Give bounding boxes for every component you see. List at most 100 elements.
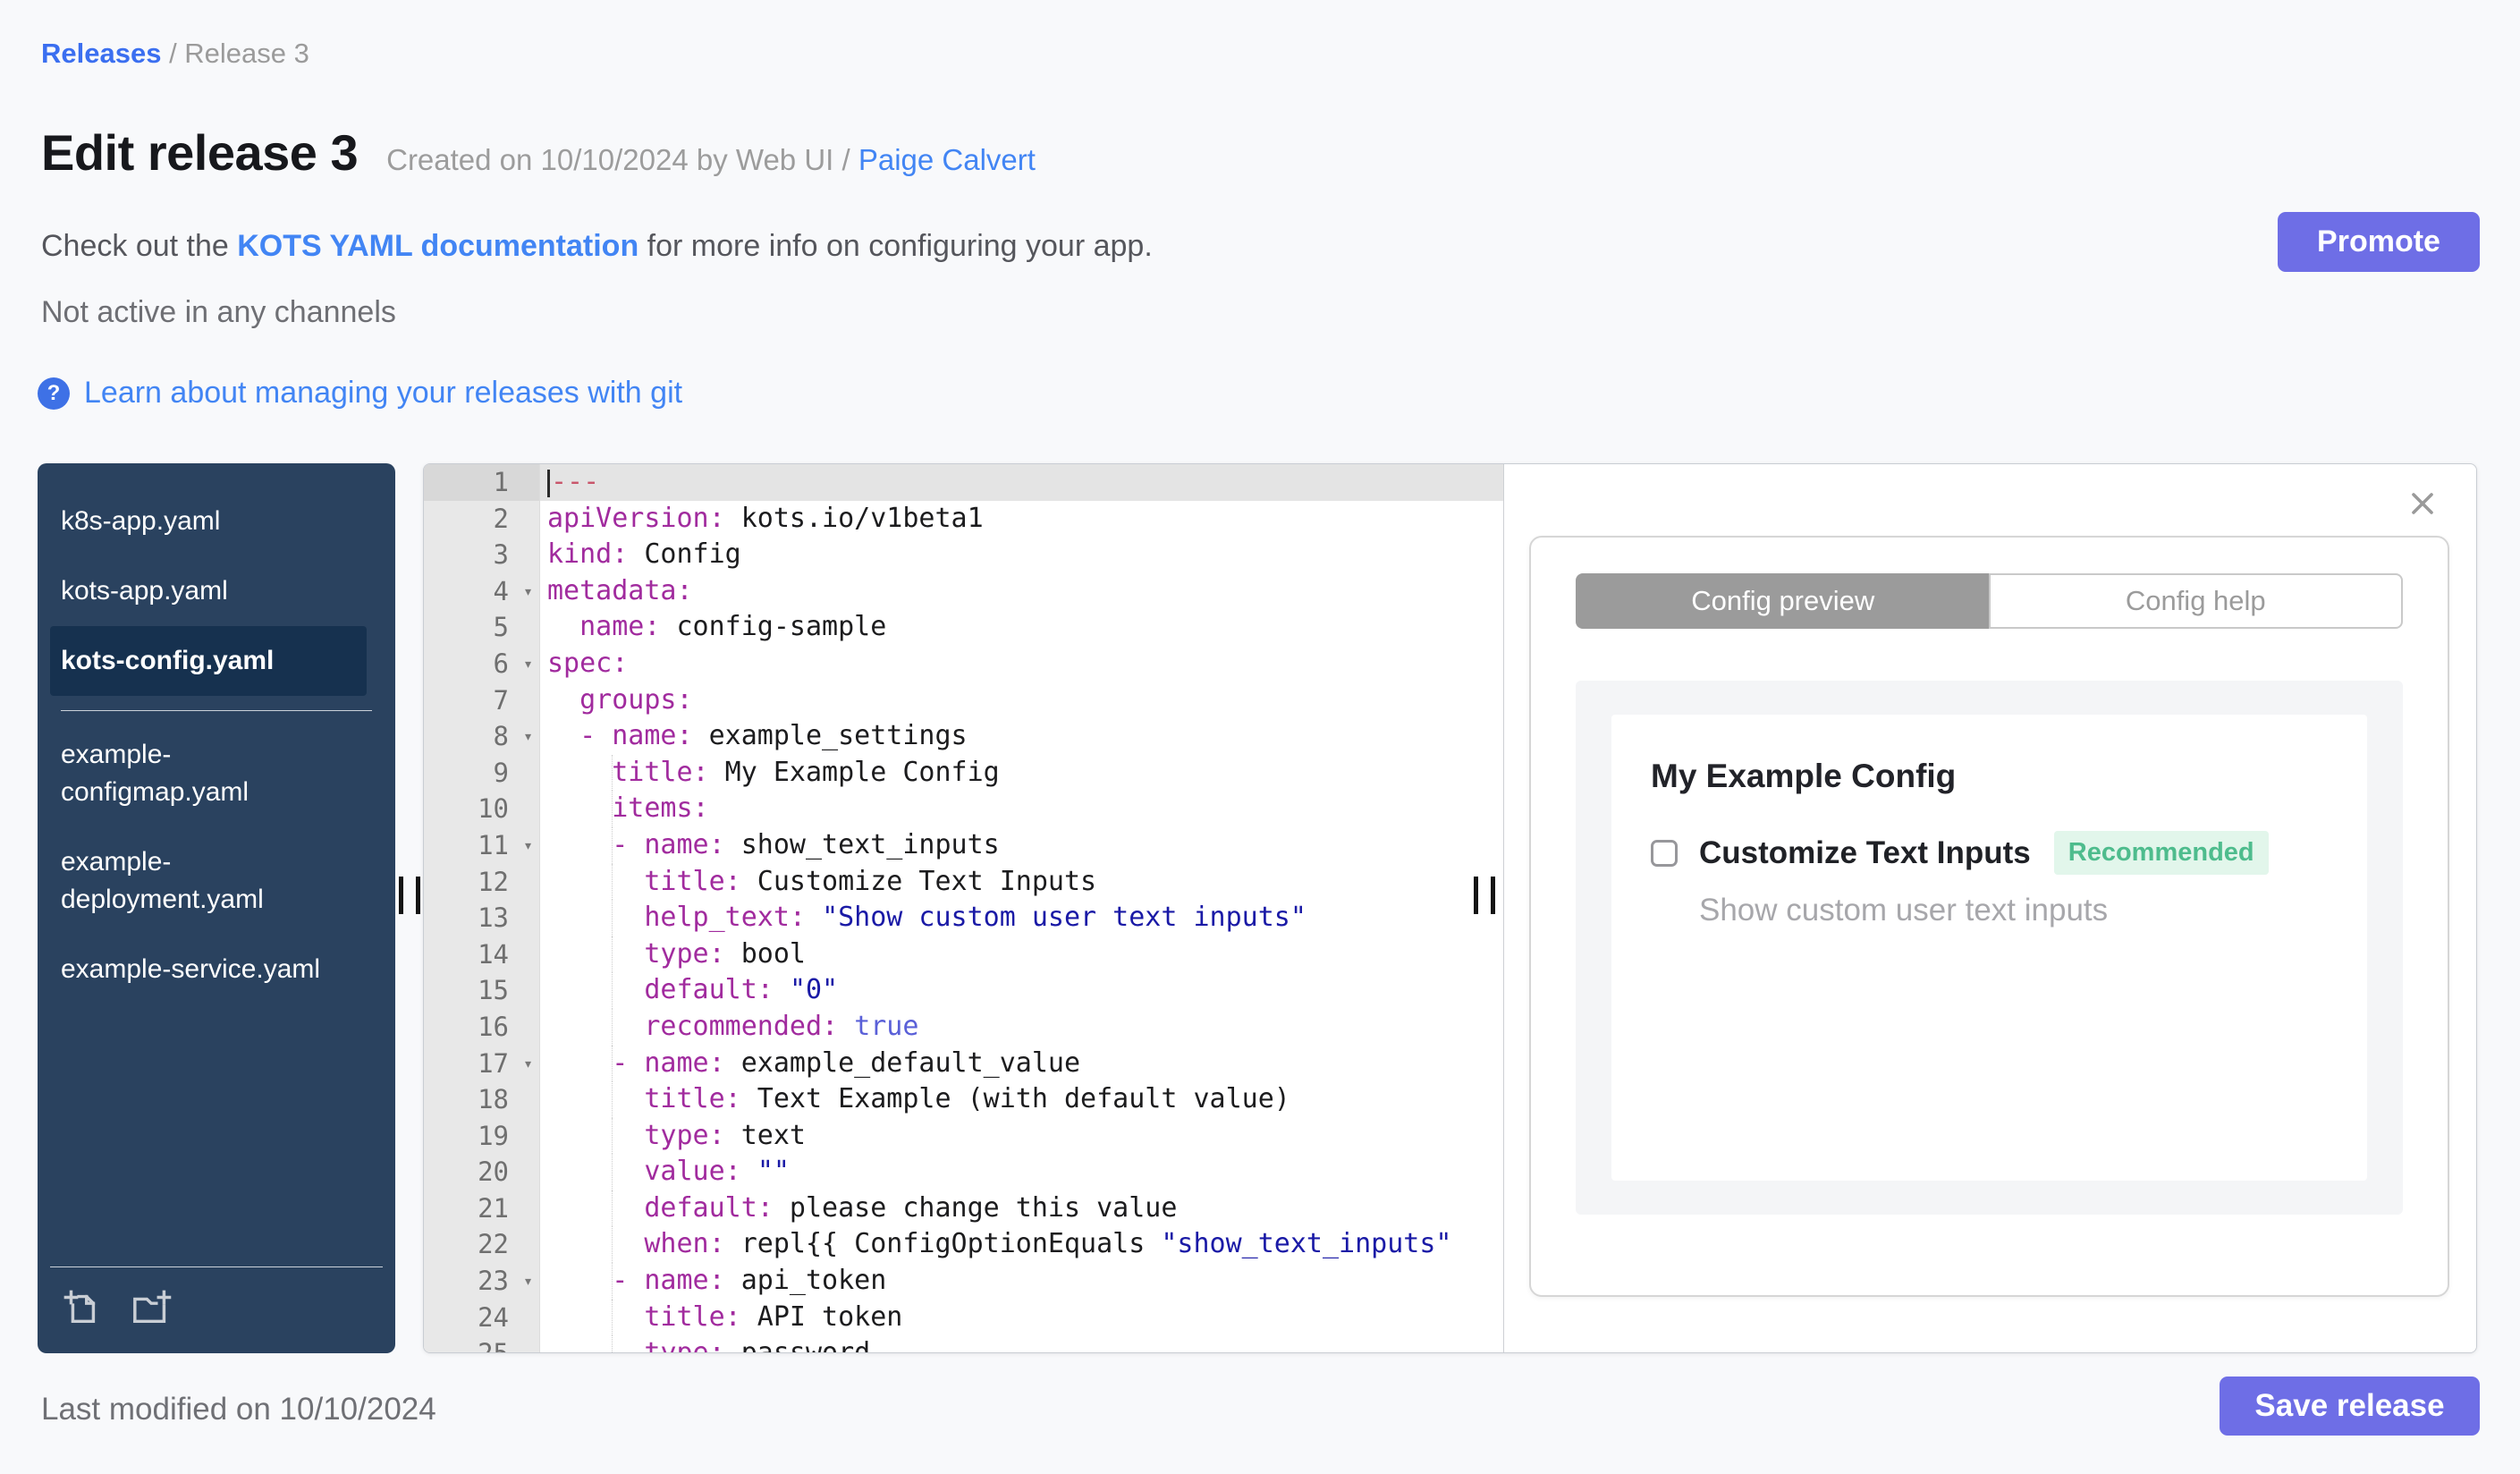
fold-arrow-icon[interactable]: ▾ (523, 574, 533, 611)
code-line-10[interactable]: 10 items: (424, 791, 1503, 827)
code-line-3[interactable]: 3 kind: Config (424, 537, 1503, 573)
save-release-button[interactable]: Save release (2220, 1377, 2480, 1436)
created-info: Created on 10/10/2024 by Web UI / Paige … (386, 143, 1036, 177)
line-number: 4 ▾ (424, 572, 540, 611)
recommended-badge: Recommended (2053, 831, 2269, 875)
last-modified-text: Last modified on 10/10/2024 (41, 1392, 436, 1427)
question-mark-icon: ? (38, 377, 70, 410)
created-text: Created on 10/10/2024 by Web UI / (386, 143, 858, 176)
code-text: default: please change this value (540, 1190, 1503, 1227)
code-text: --- (540, 464, 1503, 501)
code-line-24[interactable]: 24 title: API token (424, 1299, 1503, 1336)
file-item-example-configmap.yaml[interactable]: example-configmap.yaml (50, 720, 367, 827)
code-text: recommended: true (540, 1008, 1503, 1046)
file-item-k8s-app.yaml[interactable]: k8s-app.yaml (50, 487, 367, 556)
code-line-13[interactable]: 13 help_text: "Show custom user text inp… (424, 900, 1503, 936)
code-text: type: password (540, 1335, 1503, 1352)
indent-guide (612, 936, 613, 973)
code-line-9[interactable]: 9 title: My Example Config (424, 754, 1503, 792)
code-text: items: (540, 791, 1503, 827)
line-number: 7 (424, 682, 540, 719)
rendered-config: My Example Config Customize Text Inputs … (1611, 715, 2367, 1181)
code-line-1[interactable]: 1 --- (424, 464, 1503, 501)
indent-guide (612, 1226, 613, 1264)
indent-guide (612, 1117, 613, 1155)
code-text: title: Customize Text Inputs (540, 863, 1503, 901)
code-line-14[interactable]: 14 type: bool (424, 936, 1503, 973)
code-text: - name: api_token (540, 1263, 1503, 1300)
line-number: 1 (424, 464, 540, 501)
code-line-16[interactable]: 16 recommended: true (424, 1008, 1503, 1046)
code-text: groups: (579, 683, 693, 716)
code-line-12[interactable]: 12 title: Customize Text Inputs (424, 863, 1503, 901)
code-line-19[interactable]: 19 type: text (424, 1117, 1503, 1155)
code-line-11[interactable]: 11 ▾ - name: show_text_inputs (424, 826, 1503, 865)
code-text: - name: example_settings (579, 720, 968, 752)
line-number: 10 (424, 791, 540, 827)
code-line-15[interactable]: 15 default: "0" (424, 972, 1503, 1009)
fold-arrow-icon[interactable]: ▾ (523, 1046, 533, 1083)
line-number: 22 (424, 1226, 540, 1264)
line-number: 19 (424, 1117, 540, 1155)
documentation-note: Check out the KOTS YAML documentation fo… (41, 229, 1153, 264)
promote-button[interactable]: Promote (2278, 212, 2480, 272)
fold-arrow-icon[interactable]: ▾ (523, 1264, 533, 1300)
release-editor-page: Releases / Release 3 Edit release 3 Crea… (0, 0, 2520, 1474)
code-text: - name: example_default_value (540, 1045, 1503, 1082)
file-item-example-deployment.yaml[interactable]: example-deployment.yaml (50, 827, 367, 935)
file-item-kots-config.yaml[interactable]: kots-config.yaml (50, 626, 367, 696)
config-checkbox[interactable] (1651, 839, 1678, 867)
code-line-2[interactable]: 2 apiVersion: kots.io/v1beta1 (424, 500, 1503, 538)
code-line-20[interactable]: 20 value: "" (424, 1154, 1503, 1190)
code-line-6[interactable]: 6 ▾ spec: (424, 645, 1503, 683)
file-item-example-service.yaml[interactable]: example-service.yaml (50, 935, 367, 1004)
breadcrumb: Releases / Release 3 (41, 38, 309, 70)
code-line-18[interactable]: 18 title: Text Example (with default val… (424, 1081, 1503, 1118)
tab-config-preview[interactable]: Config preview (1576, 573, 1989, 629)
line-number: 3 (424, 537, 540, 573)
code-line-17[interactable]: 17 ▾ - name: example_default_value (424, 1045, 1503, 1083)
indent-guide (612, 791, 613, 827)
code-line-4[interactable]: 4 ▾ metadata: (424, 572, 1503, 611)
code-line-21[interactable]: 21 default: please change this value (424, 1190, 1503, 1227)
fold-arrow-icon[interactable]: ▾ (523, 647, 533, 683)
page-title: Edit release 3 (41, 124, 359, 181)
line-number: 13 (424, 900, 540, 936)
breadcrumb-releases-link[interactable]: Releases (41, 38, 161, 69)
line-number: 18 (424, 1081, 540, 1118)
new-folder-icon[interactable] (129, 1287, 175, 1328)
code-line-5[interactable]: 5 name: config-sample (424, 609, 1503, 646)
code-text: title: Text Example (with default value) (540, 1081, 1503, 1118)
text-cursor (547, 470, 550, 497)
indent-guide (612, 1045, 613, 1082)
indent-guide (612, 1081, 613, 1118)
file-sidebar: k8s-app.yaml kots-app.yaml kots-config.yam… (38, 463, 395, 1353)
code-text: kind: Config (547, 538, 741, 571)
created-author-link[interactable]: Paige Calvert (858, 143, 1036, 176)
code-line-7[interactable]: 7 groups: (424, 682, 1503, 719)
code-text: type: text (540, 1117, 1503, 1155)
title-row: Edit release 3 Created on 10/10/2024 by … (41, 123, 1036, 182)
fold-arrow-icon[interactable]: ▾ (523, 828, 533, 865)
fold-arrow-icon[interactable]: ▾ (523, 719, 533, 756)
yaml-code-editor[interactable]: 1 --- 2 apiVersion: kots.io/v1beta1 3 kind: C… (424, 464, 1503, 1352)
indent-guide (612, 1335, 613, 1352)
line-number: 23 ▾ (424, 1263, 540, 1300)
breadcrumb-current: Release 3 (184, 38, 309, 69)
tab-config-help[interactable]: Config help (1988, 573, 2403, 629)
indent-guide (612, 826, 613, 864)
editor-shell: 1 --- 2 apiVersion: kots.io/v1beta1 3 kind: C… (423, 463, 2477, 1353)
code-line-8[interactable]: 8 ▾ - name: example_settings (424, 718, 1503, 755)
sidebar-resize-handle[interactable] (399, 877, 420, 914)
kots-yaml-doc-link[interactable]: KOTS YAML documentation (237, 229, 638, 263)
indent-guide (612, 1154, 613, 1190)
code-line-23[interactable]: 23 ▾ - name: api_token (424, 1263, 1503, 1300)
close-icon[interactable] (2406, 487, 2439, 520)
preview-resize-handle[interactable] (1474, 877, 1495, 914)
code-line-22[interactable]: 22 when: repl{{ ConfigOptionEquals "show… (424, 1226, 1503, 1264)
code-text: metadata: (547, 574, 693, 606)
git-help-link[interactable]: Learn about managing your releases with … (84, 376, 682, 411)
code-line-25[interactable]: 25 type: password (424, 1335, 1503, 1352)
new-file-icon[interactable] (61, 1287, 102, 1328)
file-item-kots-app.yaml[interactable]: kots-app.yaml (50, 556, 367, 626)
